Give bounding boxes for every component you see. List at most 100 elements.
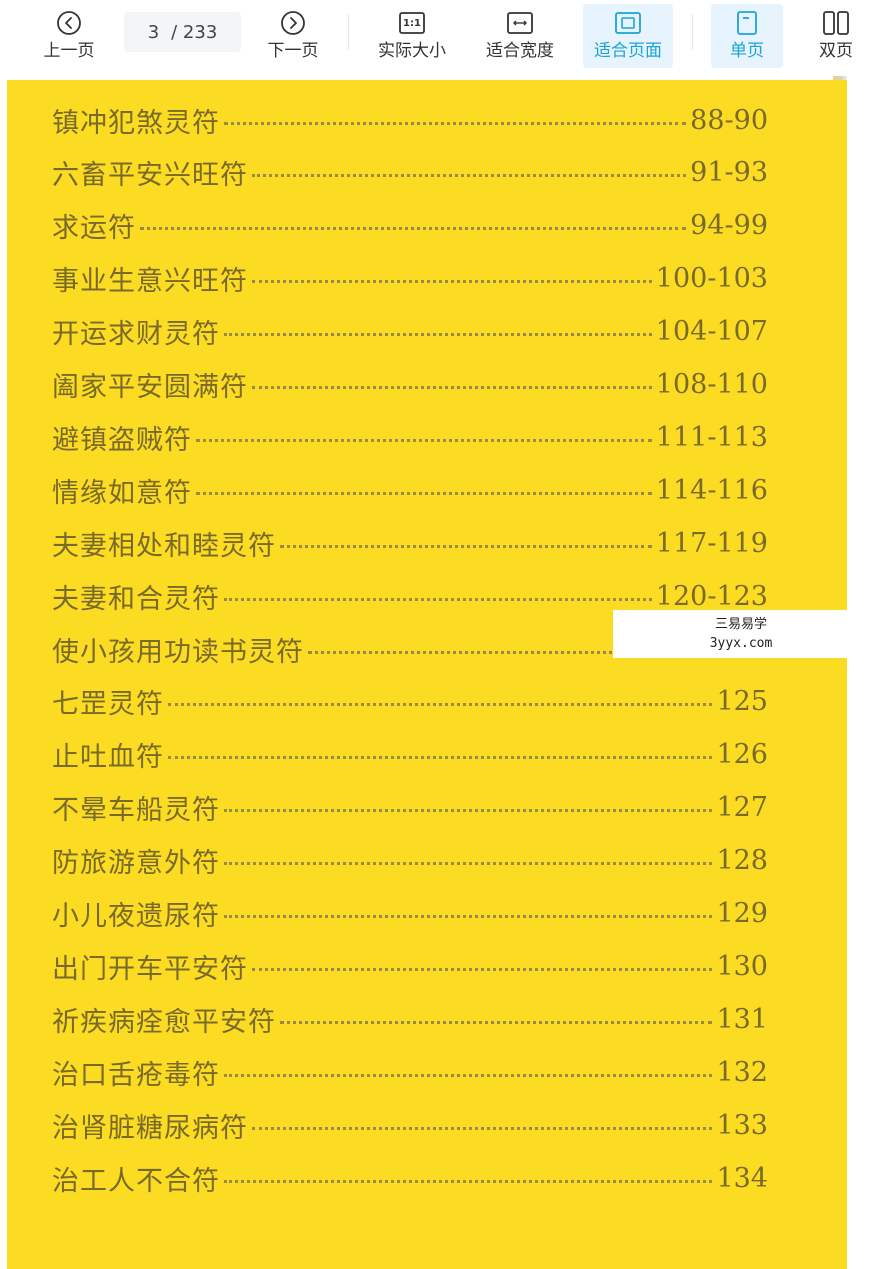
actual-size-icon: 1:1 (398, 8, 426, 38)
toc-entry-title: 情缘如意符 (52, 477, 192, 509)
toc-leader-dots (224, 1073, 713, 1077)
toc-entry-pages: 111-113 (655, 421, 768, 453)
fit-page-button[interactable]: 适合页面 (583, 4, 673, 68)
prev-page-button[interactable]: 上一页 (36, 4, 102, 68)
document-page: 镇冲犯煞灵符 88-90 六畜平安兴旺符 91-93 求运符 94-99 事业生意兴旺符 10… (7, 80, 847, 1269)
toc-leader-dots (252, 280, 652, 284)
toc-entry-pages: 126 (716, 739, 768, 771)
toc-entry-title: 六畜平安兴旺符 (52, 160, 248, 192)
page-number-input[interactable]: 3 / 233 (124, 12, 241, 52)
fit-page-label: 适合页面 (594, 41, 662, 61)
fit-width-button[interactable]: 适合宽度 (480, 4, 560, 68)
toc-entry-pages: 134 (716, 1162, 768, 1194)
toc-leader-dots (224, 1179, 713, 1183)
toc-entry-title: 止吐血符 (52, 742, 164, 774)
actual-size-label: 实际大小 (378, 41, 446, 61)
toc-entry[interactable]: 治口舌疮毒符 132 (52, 1052, 768, 1092)
toc-entry[interactable]: 祈疾病痊愈平安符 131 (52, 999, 768, 1039)
toc-entry-pages: 125 (716, 686, 768, 718)
fit-page-icon (614, 8, 642, 38)
toc-entry-title: 治肾脏糖尿病符 (52, 1112, 248, 1144)
toc-entry-pages: 128 (716, 845, 768, 877)
toc-entry-pages: 114-116 (655, 474, 768, 506)
toc-entry[interactable]: 镇冲犯煞灵符 88-90 (52, 100, 768, 140)
toc-entry-title: 使小孩用功读书灵符 (52, 636, 304, 668)
current-page-number[interactable]: 3 (148, 22, 159, 43)
single-page-label: 单页 (730, 41, 764, 61)
toc-entry-pages: 127 (716, 792, 768, 824)
toc-entry-title: 阖家平安圆满符 (52, 372, 248, 403)
toc-entry[interactable]: 事业生意兴旺符 100-103 (52, 259, 768, 299)
toc-entry[interactable]: 阖家平安圆满符 108-110 (52, 365, 768, 405)
watermark-line-2: 3yyx.com (709, 636, 773, 651)
toc-leader-dots (280, 544, 652, 548)
toc-entry-title: 出门开车平安符 (52, 953, 248, 985)
toc-leader-dots (280, 1020, 713, 1024)
toc-leader-dots (196, 438, 652, 442)
toolbar-divider (692, 14, 693, 50)
toc-leader-dots (252, 386, 652, 389)
toc-leader-dots (224, 809, 713, 813)
toc-entry[interactable]: 治肾脏糖尿病符 133 (52, 1105, 768, 1145)
toc-entry-pages: 117-119 (655, 527, 768, 559)
toc-entry-title: 不晕车船灵符 (52, 795, 220, 827)
chevron-right-circle-icon (280, 8, 306, 38)
single-page-button[interactable]: 单页 (711, 4, 783, 68)
toc-entry-title: 镇冲犯煞灵符 (52, 107, 220, 139)
toc-entry-title: 事业生意兴旺符 (52, 266, 248, 298)
toc-leader-dots (224, 333, 652, 337)
toolbar-divider (348, 14, 349, 50)
toc-leader-dots (140, 227, 687, 231)
watermark-line-1: 三易易学 (714, 617, 767, 632)
toc-entry-pages: 104-107 (655, 316, 768, 348)
toc-entry-title: 小儿夜遗尿符 (52, 901, 220, 932)
toc-entry-title: 祈疾病痊愈平安符 (52, 1006, 276, 1038)
toc-entry-title: 避镇盗贼符 (52, 424, 192, 456)
toc-entry[interactable]: 治工人不合符 134 (52, 1158, 768, 1198)
toc-entry[interactable]: 小儿夜遗尿符 129 (52, 894, 768, 934)
toc-entry[interactable]: 止吐血符 126 (52, 735, 768, 775)
toc-leader-dots (252, 174, 687, 178)
toc-entry-title: 治工人不合符 (52, 1165, 220, 1197)
toc-entry[interactable]: 防旅游意外符 128 (52, 841, 768, 881)
single-page-icon (735, 8, 759, 38)
toc-entry[interactable]: 夫妻相处和睦灵符 117-119 (52, 523, 768, 563)
toc-entry[interactable]: 出门开车平安符 130 (52, 946, 768, 986)
double-page-icon (822, 8, 850, 38)
toc-entry-title: 夫妻和合灵符 (52, 583, 220, 615)
viewer-toolbar: 上一页 3 / 233 下一页 1:1 实际大小 适合宽度 适合页面 单页 双页 (0, 0, 869, 76)
toc-entry-pages: 120-123 (655, 580, 768, 612)
toc-leader-dots (224, 862, 713, 866)
next-page-button[interactable]: 下一页 (260, 4, 326, 68)
toc-entry[interactable]: 开运求财灵符 104-107 (52, 312, 768, 352)
toc-entry-pages: 88-90 (690, 104, 768, 136)
toc-leader-dots (224, 121, 687, 125)
toc-entry-pages: 131 (716, 1003, 768, 1035)
total-pages: / 233 (171, 21, 218, 43)
toc-entry-pages: 129 (716, 898, 768, 929)
toc-entry[interactable]: 六畜平安兴旺符 91-93 (52, 153, 768, 193)
toc-entry[interactable]: 情缘如意符 114-116 (52, 470, 768, 510)
toc-entry-pages: 100-103 (655, 263, 768, 295)
watermark-overlay: 三易易学 3yyx.com (613, 610, 869, 658)
toc-entry-pages: 132 (716, 1056, 768, 1088)
toc-entry[interactable]: 七罡灵符 125 (52, 682, 768, 722)
toc-leader-dots (252, 967, 713, 971)
toc-entry-title: 七罡灵符 (52, 689, 164, 721)
toc-leader-dots (168, 703, 713, 707)
toc-leader-dots (168, 756, 713, 760)
document-viewer[interactable]: 镇冲犯煞灵符 88-90 六畜平安兴旺符 91-93 求运符 94-99 事业生意兴旺符 10… (0, 76, 869, 1269)
toc-leader-dots (224, 597, 652, 601)
toc-entry[interactable]: 避镇盗贼符 111-113 (52, 417, 768, 457)
toc-leader-dots (224, 915, 713, 918)
toc-entry[interactable]: 求运符 94-99 (52, 206, 768, 246)
toc-entry-pages: 94-99 (690, 210, 768, 242)
toc-leader-dots (252, 1126, 713, 1130)
double-page-button[interactable]: 双页 (806, 4, 866, 68)
toc-leader-dots (196, 491, 652, 495)
double-page-label: 双页 (819, 41, 853, 61)
toc-entry[interactable]: 不晕车船灵符 127 (52, 788, 768, 828)
toc-entry-pages: 130 (716, 950, 768, 982)
chevron-left-circle-icon (56, 8, 82, 38)
actual-size-button[interactable]: 1:1 实际大小 (372, 4, 452, 68)
